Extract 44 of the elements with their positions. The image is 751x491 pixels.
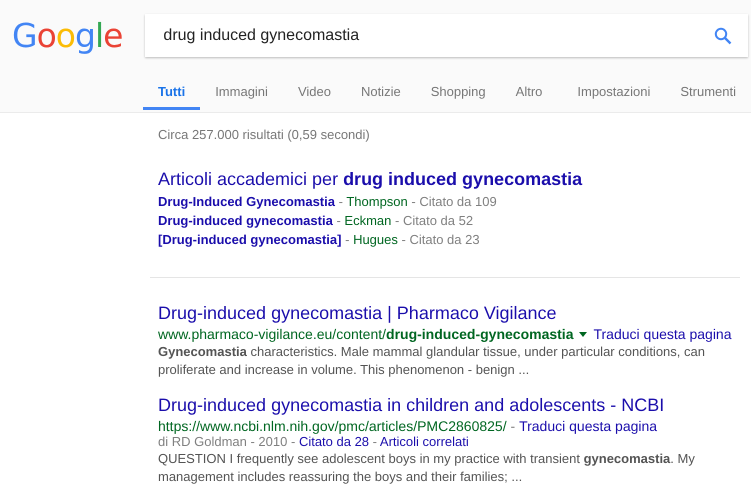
result-snippet: QUESTION I frequently see adolescent boys in my practice with transient gynecomastia. My management includes reassuring the boys and their families; ... [158, 450, 696, 486]
tool-tab[interactable]: Strumenti [665, 71, 751, 110]
translate-link[interactable]: Traduci questa pagina [593, 326, 732, 342]
article-link[interactable]: Drug-Induced Gynecomastia [158, 194, 335, 209]
separator: - [395, 213, 400, 228]
result-url: https://www.ncbi.nlm.nih.gov/pmc/articles/PMC2860825/ [158, 418, 507, 434]
author-name: Hugues [353, 232, 398, 247]
author-name: Thompson [346, 194, 408, 209]
search-field[interactable]: drug induced gynecomastia [161, 26, 714, 46]
separator: - [338, 194, 343, 209]
separator: - [510, 418, 516, 434]
cited-by-link[interactable]: Citato da 28 [298, 434, 370, 449]
result-stats: Circa 257.000 risultati (0,59 secondi) [158, 127, 371, 142]
article-link[interactable]: [Drug-induced gynecomastia] [158, 232, 342, 247]
scholar-heading-link[interactable]: Articoli accademici per drug induced gynecomastia [158, 169, 751, 190]
related-articles-link[interactable]: Articoli correlati [380, 434, 469, 449]
citation-count: Citato da 109 [419, 194, 497, 209]
tool-tab[interactable]: Impostazioni [562, 71, 666, 110]
caret-icon[interactable] [579, 332, 588, 336]
separator: - [402, 232, 406, 247]
tab[interactable]: Tutti [143, 71, 200, 110]
tab[interactable]: Video [282, 71, 346, 110]
result-url: www.pharmaco-vigilance.eu/content/drug-induced-gynecomastia [158, 326, 574, 342]
search-bar[interactable]: drug induced gynecomastia [145, 14, 748, 57]
byline: di RD Goldman - 2010 [158, 434, 288, 449]
article-link[interactable]: Drug-induced gynecomastia [158, 213, 333, 228]
author-name: Eckman [344, 213, 392, 228]
result-title-link[interactable]: Drug-induced gynecomastia | Pharmaco Vigilance [158, 303, 751, 324]
citation-count: Citato da 23 [409, 232, 480, 247]
tab[interactable]: Shopping [416, 71, 501, 110]
separator: - [345, 232, 350, 247]
separator: - [411, 194, 416, 209]
search-icon[interactable] [714, 26, 732, 44]
citation-count: Citato da 52 [402, 213, 474, 228]
translate-link[interactable]: Traduci questa pagina [519, 418, 658, 434]
result-snippet: Gynecomastia characteristics. Male mammal glandular tissue, under particular conditions, can proliferate and increase in volume. This phenomenon - benign ... [158, 343, 706, 379]
tab[interactable]: Altro [500, 71, 558, 110]
separator: - [336, 213, 341, 228]
tab[interactable]: Notizie [346, 71, 416, 110]
separator: - [290, 434, 296, 449]
separator: - [372, 434, 378, 449]
google-logo[interactable]: Google [12, 14, 122, 56]
tab[interactable]: Immagini [200, 71, 283, 110]
result-title-link[interactable]: Drug-induced gynecomastia in children and adolescents - NCBI [158, 395, 751, 416]
